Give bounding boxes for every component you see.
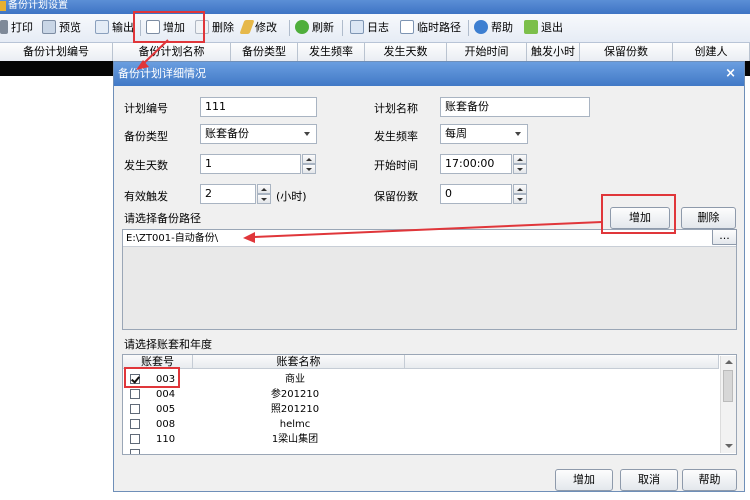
keep-input[interactable]: 0	[440, 184, 512, 204]
chevron-down-icon	[304, 132, 310, 136]
account-list[interactable]: 账套号 账套名称 003 商业 004 参201210 005 照201210 …	[122, 354, 737, 455]
checkbox[interactable]	[130, 389, 140, 399]
checkbox[interactable]	[130, 404, 140, 414]
checkbox[interactable]	[130, 449, 140, 454]
preview-icon	[42, 20, 56, 34]
list-item[interactable]: 005 照201210	[123, 402, 719, 417]
plan-no-label: 计划编号	[124, 102, 168, 115]
column-header[interactable]: 开始时间	[447, 43, 527, 61]
list-item[interactable]: 008 helmc	[123, 417, 719, 432]
toolbar-divider	[468, 20, 469, 36]
column-header[interactable]: 备份计划编号	[0, 43, 113, 61]
list-scrollbar[interactable]	[720, 356, 736, 453]
help-button[interactable]: 帮助	[474, 18, 513, 38]
plan-name-input[interactable]: 账套备份	[440, 97, 590, 117]
spin-down-icon[interactable]	[257, 194, 271, 204]
checkbox[interactable]	[130, 434, 140, 444]
confirm-add-button[interactable]: 增加	[555, 469, 613, 491]
pencil-icon	[239, 20, 255, 34]
column-header[interactable]: 创建人	[673, 43, 750, 61]
start-time-spinner[interactable]	[513, 154, 527, 174]
browse-button[interactable]: ...	[712, 229, 737, 245]
chevron-down-icon	[515, 132, 521, 136]
column-header[interactable]: 触发小时	[527, 43, 580, 61]
blank-header	[405, 355, 719, 369]
refresh-icon	[295, 20, 309, 34]
grid-header: 备份计划编号 备份计划名称 备份类型 发生频率 发生天数 开始时间 触发小时 保…	[0, 43, 750, 62]
column-header[interactable]: 保留份数	[580, 43, 673, 61]
path-delete-button[interactable]: 删除	[681, 207, 736, 229]
dialog-title-bar: 备份计划详细情况 ×	[114, 62, 744, 86]
window-title-bar: 备份计划设置	[0, 0, 750, 14]
temp-path-button[interactable]: 临时路径	[400, 18, 461, 38]
toolbar: 打印 预览 输出 增加 删除 修改 刷新 日志 临时路径 帮助 退出	[0, 14, 750, 43]
path-list[interactable]: E:\ZT001-自动备份\	[122, 229, 737, 330]
exit-button[interactable]: 退出	[524, 18, 563, 38]
cancel-button[interactable]: 取消	[620, 469, 678, 491]
checkbox[interactable]	[130, 419, 140, 429]
path-section-label: 请选择备份路径	[124, 212, 201, 225]
spin-up-icon[interactable]	[513, 154, 527, 164]
list-item[interactable]	[123, 447, 719, 454]
log-button[interactable]: 日志	[350, 18, 389, 38]
path-add-highlight	[601, 194, 676, 234]
frequency-label: 发生频率	[374, 130, 418, 143]
refresh-button[interactable]: 刷新	[295, 18, 334, 38]
spin-down-icon[interactable]	[513, 164, 527, 174]
log-icon	[350, 20, 364, 34]
export-icon	[95, 20, 109, 34]
account-name-header[interactable]: 账套名称	[193, 355, 405, 369]
column-header[interactable]: 备份计划名称	[113, 43, 231, 61]
export-button[interactable]: 输出	[95, 18, 134, 38]
toolbar-add-highlight	[133, 11, 205, 43]
backup-type-select[interactable]: 账套备份	[200, 124, 317, 144]
start-time-input[interactable]: 17:00:00	[440, 154, 512, 174]
toolbar-divider	[342, 20, 343, 36]
spin-up-icon[interactable]	[513, 184, 527, 194]
account-section-label: 请选择账套和年度	[124, 338, 212, 351]
app-icon	[0, 1, 6, 11]
list-item[interactable]: 003 商业	[123, 372, 719, 387]
dialog-help-button[interactable]: 帮助	[682, 469, 737, 491]
trigger-spinner[interactable]	[257, 184, 271, 204]
exit-icon	[524, 20, 538, 34]
trigger-input[interactable]: 2	[200, 184, 256, 204]
document-icon	[400, 20, 414, 34]
column-header[interactable]: 备份类型	[231, 43, 298, 61]
scroll-thumb[interactable]	[723, 370, 733, 402]
start-time-label: 开始时间	[374, 159, 418, 172]
days-label: 发生天数	[124, 159, 168, 172]
spin-up-icon[interactable]	[257, 184, 271, 194]
backup-type-label: 备份类型	[124, 130, 168, 143]
trigger-unit: (小时)	[276, 190, 307, 203]
column-header[interactable]: 发生天数	[365, 43, 447, 61]
close-icon[interactable]: ×	[725, 62, 736, 86]
trigger-label: 有效触发	[124, 190, 168, 203]
days-input[interactable]: 1	[200, 154, 301, 174]
help-icon	[474, 20, 488, 34]
scroll-up-icon[interactable]	[725, 360, 733, 364]
account-row-highlight	[124, 367, 180, 388]
toolbar-divider	[289, 20, 290, 36]
print-button[interactable]: 打印	[0, 18, 33, 38]
keep-spinner[interactable]	[513, 184, 527, 204]
spin-down-icon[interactable]	[513, 194, 527, 204]
scroll-down-icon[interactable]	[725, 444, 733, 448]
dialog-title: 备份计划详细情况	[118, 67, 206, 80]
list-item[interactable]: 004 参201210	[123, 387, 719, 402]
printer-icon	[0, 20, 8, 34]
plan-no-input[interactable]: 111	[200, 97, 317, 117]
column-header[interactable]: 发生频率	[298, 43, 365, 61]
days-spinner[interactable]	[302, 154, 316, 174]
frequency-select[interactable]: 每周	[440, 124, 528, 144]
window-title: 备份计划设置	[8, 0, 68, 11]
list-item[interactable]: 110 1梁山集团	[123, 432, 719, 447]
spin-down-icon[interactable]	[302, 164, 316, 174]
edit-button[interactable]: 修改	[239, 18, 277, 38]
spin-up-icon[interactable]	[302, 154, 316, 164]
preview-button[interactable]: 预览	[42, 18, 81, 38]
keep-label: 保留份数	[374, 190, 418, 203]
plan-name-label: 计划名称	[374, 102, 418, 115]
